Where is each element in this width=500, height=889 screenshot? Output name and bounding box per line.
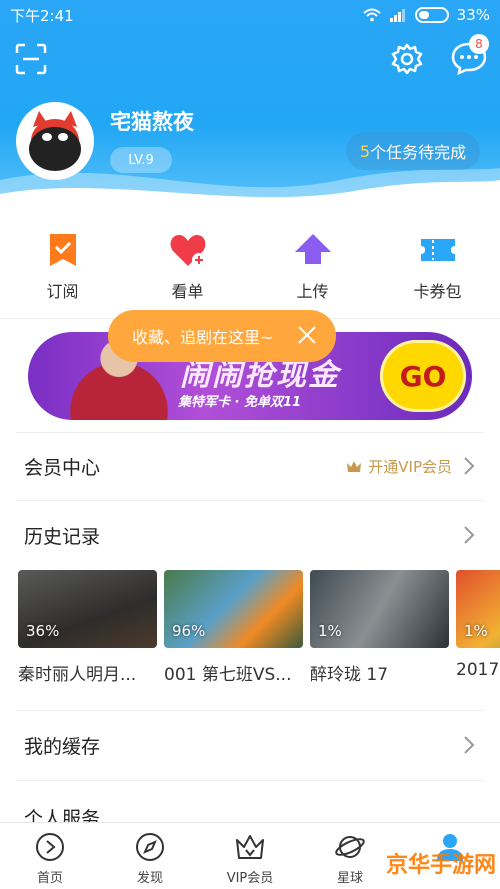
cache-row[interactable]: 我的缓存 — [0, 712, 500, 778]
history-title: 2017- — [456, 660, 500, 680]
history-progress: 1% — [318, 622, 342, 640]
history-item[interactable]: 1% 醉玲珑 17 — [310, 570, 449, 685]
vip-label: 开通VIP会员 — [368, 457, 452, 476]
tab-label: 首页 — [36, 871, 63, 886]
close-icon[interactable] — [296, 324, 318, 346]
history-progress: 1% — [464, 622, 488, 640]
quick-label: 卡券包 — [413, 282, 462, 301]
play-circle-icon — [36, 833, 64, 861]
status-bar: 下午2:41 33% — [0, 0, 500, 30]
chevron-right-icon — [464, 457, 475, 475]
gear-icon[interactable] — [390, 42, 424, 76]
signal-icon — [389, 9, 405, 22]
quick-subscribe[interactable]: 订阅 — [0, 222, 125, 312]
history-row[interactable]: 历史记录 — [0, 502, 500, 568]
tasks-pending-button[interactable]: 5 个任务待完成 — [346, 132, 480, 170]
tab-vip[interactable]: VIP会员 — [200, 823, 300, 889]
history-title: 秦时丽人明月... — [18, 665, 137, 685]
tab-home[interactable]: 首页 — [0, 823, 100, 889]
history-progress: 96% — [172, 622, 206, 640]
section-divider — [16, 500, 484, 501]
avatar-mascot-icon — [19, 105, 91, 177]
tooltip-text: 收藏、追剧在这里~ — [132, 328, 274, 347]
tab-label: 星球 — [336, 871, 363, 886]
member-center-row[interactable]: 会员中心 开通VIP会员 — [0, 433, 500, 499]
history-thumbnail: 1% — [310, 570, 449, 648]
chevron-right-icon — [464, 736, 475, 754]
tab-label: 发现 — [136, 871, 163, 886]
profile-header: 下午2:41 33% 8 宅猫熬夜 LV.9 5 个任务待完成 — [0, 0, 500, 210]
battery-icon — [414, 7, 449, 23]
avatar[interactable] — [16, 102, 94, 180]
watermark-text: 京华手游网 — [385, 853, 496, 878]
history-thumbnail: 96% — [164, 570, 303, 648]
history-title: 001 第七班VS... — [164, 665, 292, 685]
wifi-icon — [362, 8, 381, 22]
heart-plus-icon — [170, 235, 206, 267]
row-label: 我的缓存 — [24, 735, 101, 758]
upload-icon — [294, 234, 331, 264]
section-divider — [16, 710, 484, 711]
quick-coupons[interactable]: 卡券包 — [375, 222, 500, 312]
row-label: 历史记录 — [24, 525, 101, 548]
ticket-icon — [420, 239, 455, 261]
scan-icon[interactable] — [14, 42, 48, 76]
compass-icon — [136, 833, 164, 861]
section-divider — [16, 780, 484, 781]
row-label: 会员中心 — [24, 456, 101, 479]
history-thumbnail: 1% — [456, 570, 500, 648]
bookmark-icon — [49, 234, 76, 266]
chevron-right-icon — [464, 526, 475, 544]
tab-discover[interactable]: 发现 — [100, 823, 200, 889]
history-title: 醉玲珑 17 — [310, 665, 389, 685]
tab-label: VIP会员 — [226, 871, 274, 886]
quick-label: 订阅 — [46, 282, 79, 301]
level-badge: LV.9 — [110, 147, 172, 173]
tasks-text: 个任务待完成 — [370, 143, 467, 162]
planet-icon — [335, 836, 365, 858]
quick-actions: 订阅 看单 上传 卡券包 — [0, 222, 500, 312]
crown-icon — [236, 835, 264, 859]
crown-small-icon — [347, 461, 362, 472]
quick-watchlist[interactable]: 看单 — [125, 222, 250, 312]
status-time: 下午2:41 — [10, 6, 74, 25]
tasks-count: 5 — [359, 141, 371, 161]
open-vip-link[interactable]: 开通VIP会员 — [346, 456, 452, 477]
banner-subtitle: 集特军卡 · 免单双11 — [178, 395, 302, 410]
history-progress: 36% — [26, 622, 60, 640]
battery-level: 33% — [456, 6, 490, 24]
history-item[interactable]: 36% 秦时丽人明月... — [18, 570, 157, 685]
history-list: 36% 秦时丽人明月... 96% 001 第七班VS... 1% 醉玲珑 17… — [18, 570, 500, 690]
banner-go-button[interactable]: GO — [380, 340, 466, 412]
history-item[interactable]: 96% 001 第七班VS... — [164, 570, 303, 685]
quick-upload[interactable]: 上传 — [250, 222, 375, 312]
username: 宅猫熬夜 — [110, 110, 194, 134]
favorites-tooltip: 收藏、追剧在这里~ — [108, 310, 336, 362]
history-item[interactable]: 1% 2017- — [456, 570, 500, 680]
message-badge: 8 — [469, 34, 489, 54]
quick-label: 看单 — [171, 282, 204, 301]
quick-label: 上传 — [296, 282, 329, 301]
history-thumbnail: 36% — [18, 570, 157, 648]
